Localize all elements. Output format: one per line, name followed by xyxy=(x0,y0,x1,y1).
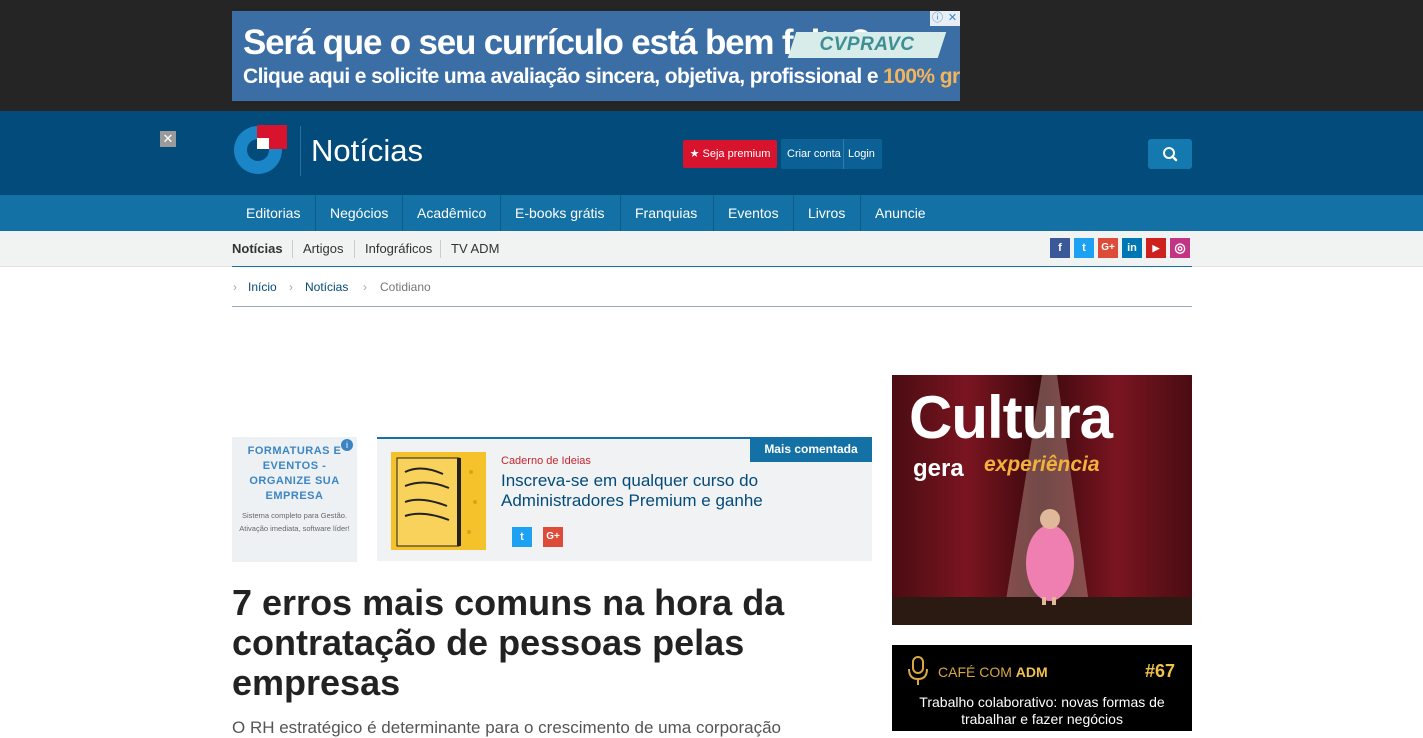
facebook-icon[interactable]: f xyxy=(1050,238,1070,258)
subnav-item-artigos[interactable]: Artigos xyxy=(303,241,343,256)
nav-divider xyxy=(315,195,316,231)
site-section-title[interactable]: Notícias xyxy=(311,133,423,169)
subnav-divider xyxy=(354,240,355,258)
subnav-item-infograficos[interactable]: Infográficos xyxy=(365,241,432,256)
breadcrumb-inicio[interactable]: Início xyxy=(248,280,277,294)
subnav-item-tv-adm[interactable]: TV ADM xyxy=(451,241,499,256)
sub-nav-underline xyxy=(232,266,1192,267)
breadcrumb-chevron-icon: › xyxy=(289,280,293,294)
nav-item-ebooks[interactable]: E-books grátis xyxy=(515,195,604,231)
article-lead: O RH estratégico é determinante para o c… xyxy=(232,718,781,737)
star-icon: ★ xyxy=(689,148,700,160)
nav-divider xyxy=(793,195,794,231)
breadcrumb-divider xyxy=(232,306,1192,307)
cultura-ad-gera: gera xyxy=(913,455,964,482)
breadcrumb-cotidiano: Cotidiano xyxy=(380,280,431,294)
twitter-share-icon[interactable]: t xyxy=(512,527,532,547)
article-headline: 7 erros mais comuns na hora da contrataç… xyxy=(232,582,785,703)
instagram-icon[interactable]: ◎ xyxy=(1170,238,1190,258)
nav-item-franquias[interactable]: Franquias xyxy=(635,195,697,231)
nav-item-eventos[interactable]: Eventos xyxy=(728,195,779,231)
article-category[interactable]: Caderno de Ideias xyxy=(501,455,591,467)
breadcrumb-noticias[interactable]: Notícias xyxy=(305,280,348,294)
microphone-icon xyxy=(908,656,928,685)
account-buttons: Criar conta Login xyxy=(781,139,882,169)
nav-item-livros[interactable]: Livros xyxy=(808,195,845,231)
nav-divider xyxy=(713,195,714,231)
search-button[interactable] xyxy=(1148,139,1192,169)
nav-item-editorias[interactable]: Editorias xyxy=(246,195,300,231)
nav-divider xyxy=(402,195,403,231)
ad-brand-logo: CVPRAVC xyxy=(787,32,947,58)
side-ad[interactable]: FORMATURAS E EVENTOS - ORGANIZE SUA EMPR… xyxy=(232,437,357,562)
most-commented-link[interactable]: Inscreva-se em qualquer curso do Adminis… xyxy=(501,471,851,511)
site-logo-icon[interactable] xyxy=(233,125,287,175)
podcast-label: CAFÉ COM ADM xyxy=(938,664,1048,680)
nav-item-negocios[interactable]: Negócios xyxy=(330,195,388,231)
premium-label: Seja premium xyxy=(702,148,771,160)
cultura-ad-title: Cultura xyxy=(909,384,1113,451)
linkedin-icon[interactable]: in xyxy=(1122,238,1142,258)
header-divider xyxy=(300,126,301,176)
account-divider xyxy=(843,139,844,169)
youtube-icon[interactable]: ▶ xyxy=(1146,238,1166,258)
google-plus-icon[interactable]: G+ xyxy=(1098,238,1118,258)
side-ad-title: FORMATURAS E EVENTOS - ORGANIZE SUA EMPR… xyxy=(247,445,342,502)
subnav-divider xyxy=(440,240,441,258)
side-ad-subtitle: Sistema completo para Gestão. Ativação i… xyxy=(239,511,350,533)
create-account-button[interactable]: Criar conta xyxy=(787,139,841,169)
ad-close-icon[interactable]: ✕ xyxy=(945,11,960,26)
nav-divider xyxy=(860,195,861,231)
cultura-ad[interactable]: Cultura gera experiência xyxy=(892,375,1192,625)
podcast-episode-number: #67 xyxy=(1145,661,1176,681)
nav-divider xyxy=(500,195,501,231)
podcast-card[interactable]: CAFÉ COM ADM #67 Trabalho colaborativo: … xyxy=(892,645,1192,731)
ad-info-icon[interactable]: i xyxy=(341,439,353,451)
ad-headline: Será que o seu currículo está bem feito? xyxy=(243,23,871,62)
subnav-item-noticias[interactable]: Notícias xyxy=(232,241,283,256)
subnav-divider xyxy=(292,240,293,258)
most-commented-tag: Mais comentada xyxy=(750,437,872,462)
twitter-icon[interactable]: t xyxy=(1074,238,1094,258)
nav-item-anuncie[interactable]: Anuncie xyxy=(875,195,926,231)
book-cover-image[interactable] xyxy=(391,452,486,550)
nav-item-academico[interactable]: Acadêmico xyxy=(417,195,486,231)
ad-subline: Clique aqui e solicite uma avaliação sin… xyxy=(243,65,960,88)
close-icon[interactable]: ✕ xyxy=(160,131,176,147)
breadcrumb-chevron-icon: › xyxy=(233,280,237,294)
top-banner-ad[interactable]: Será que o seu currículo está bem feito?… xyxy=(232,11,960,101)
sub-nav xyxy=(0,231,1423,267)
breadcrumb-chevron-icon: › xyxy=(363,280,367,294)
premium-button[interactable]: ★ Seja premium xyxy=(683,140,777,168)
cultura-ad-experiencia: experiência xyxy=(984,453,1100,476)
podcast-title[interactable]: Trabalho colaborativo: novas formas de t… xyxy=(902,694,1182,728)
main-nav xyxy=(0,195,1423,231)
search-icon xyxy=(1163,147,1178,162)
nav-divider xyxy=(620,195,621,231)
ad-info-icon[interactable]: ⓘ xyxy=(930,11,945,26)
login-button[interactable]: Login xyxy=(848,139,875,169)
google-plus-share-icon[interactable]: G+ xyxy=(543,527,563,547)
